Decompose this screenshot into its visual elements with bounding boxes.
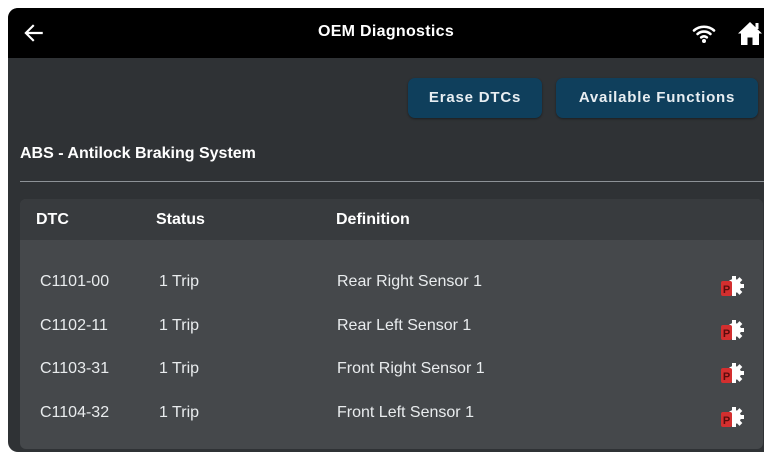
- dtc-table: DTC Status Definition C1101-00 1 Trip Re…: [20, 199, 763, 449]
- table-row[interactable]: C1101-00 1 Trip Rear Right Sensor 1 P: [20, 258, 763, 302]
- available-functions-button[interactable]: Available Functions: [556, 78, 758, 118]
- column-header-status: Status: [156, 211, 205, 228]
- wifi-icon: [692, 25, 716, 43]
- dtc-status: 1 Trip: [159, 404, 200, 421]
- dtc-definition: Front Left Sensor 1: [337, 404, 474, 421]
- freeze-frame-icon[interactable]: P: [719, 318, 745, 342]
- table-header: DTC Status Definition: [20, 199, 763, 240]
- dtc-code: C1103-31: [40, 360, 110, 377]
- top-bar: OEM Diagnostics: [8, 8, 764, 58]
- dtc-code: C1104-32: [40, 404, 110, 421]
- svg-text:P: P: [723, 371, 730, 383]
- divider: [20, 181, 764, 182]
- dtc-status: 1 Trip: [159, 360, 200, 377]
- dtc-definition: Rear Right Sensor 1: [337, 273, 482, 290]
- system-title: ABS - Antilock Braking System: [20, 145, 256, 162]
- column-header-dtc: DTC: [36, 211, 69, 228]
- freeze-frame-icon[interactable]: P: [719, 405, 745, 429]
- svg-text:P: P: [723, 415, 730, 427]
- freeze-frame-icon[interactable]: P: [719, 274, 745, 298]
- dtc-code: C1101-00: [40, 273, 110, 290]
- dtc-status: 1 Trip: [159, 317, 200, 334]
- erase-dtcs-button[interactable]: Erase DTCs: [408, 78, 542, 118]
- dtc-code: C1102-11: [40, 317, 108, 334]
- freeze-frame-icon[interactable]: P: [719, 361, 745, 385]
- page-title: OEM Diagnostics: [317, 23, 455, 40]
- home-icon[interactable]: [736, 19, 764, 47]
- dtc-definition: Rear Left Sensor 1: [337, 317, 472, 334]
- dtc-definition: Front Right Sensor 1: [337, 360, 485, 377]
- dtc-status: 1 Trip: [159, 273, 200, 290]
- table-row[interactable]: C1103-31 1 Trip Front Right Sensor 1 P: [20, 345, 763, 389]
- svg-text:P: P: [723, 328, 730, 340]
- svg-text:P: P: [723, 284, 730, 296]
- app-screen: OEM Diagnostics Erase DTCs Available Fun…: [8, 8, 764, 452]
- table-row[interactable]: C1104-32 1 Trip Front Left Sensor 1 P: [20, 389, 763, 433]
- column-header-definition: Definition: [336, 211, 410, 228]
- table-row[interactable]: C1102-11 1 Trip Rear Left Sensor 1 P: [20, 302, 763, 346]
